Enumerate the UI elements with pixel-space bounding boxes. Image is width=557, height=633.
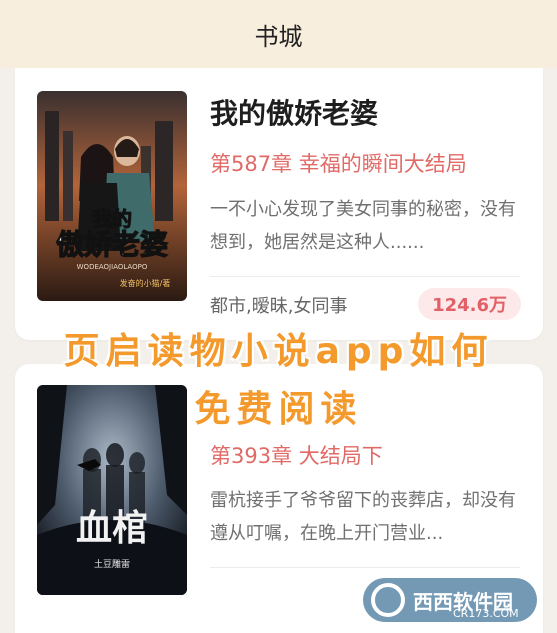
cover-art: 我的 傲娇老婆 WODEAOJIAOLAOPO 发奋的小猫/著: [37, 91, 187, 301]
cover-title: 血棺: [76, 507, 148, 549]
cover-subtitle: WODEAOJIAOLAOPO: [77, 263, 148, 271]
book-summary: 雷杭接手了爷爷留下的丧葬店，却没有遵从叮嘱，在晚上开门营业...: [210, 490, 516, 544]
site-watermark: 西西软件园 CR173.COM: [363, 578, 537, 622]
overlay-caption-line2: 免费阅读: [194, 389, 363, 430]
book-card[interactable]: 我的 傲娇老婆 WODEAOJIAOLAOPO 发奋的小猫/著 我的傲娇老婆 第…: [15, 68, 543, 340]
latest-chapter: 第587章 幸福的瞬间大结局: [210, 152, 467, 176]
latest-chapter: 第393章 大结局下: [210, 444, 383, 468]
watermark-logo-icon: [371, 583, 405, 617]
watermark-site: CR173.COM: [453, 607, 519, 620]
overlay-caption-line1: 页启读物小说app如何: [63, 331, 494, 372]
cover-author: 土豆雕雷: [94, 558, 130, 570]
app-header: 书城: [0, 0, 557, 68]
book-summary: 一不小心发现了美女同事的秘密，没有想到，她居然是这种人......: [210, 199, 516, 253]
cover-title-line2: 傲娇老婆: [56, 228, 168, 261]
cover-author: 发奋的小猫/著: [120, 278, 171, 288]
book-tags: 都市,暧昧,女同事: [210, 296, 348, 317]
popularity-badge: 124.6万: [418, 288, 521, 320]
book-title: 我的傲娇老婆: [210, 97, 379, 130]
card-divider: [210, 567, 520, 568]
card-divider: [210, 276, 520, 277]
page-title: 书城: [254, 22, 303, 51]
book-cover[interactable]: 我的 傲娇老婆 WODEAOJIAOLAOPO 发奋的小猫/著: [37, 91, 187, 301]
